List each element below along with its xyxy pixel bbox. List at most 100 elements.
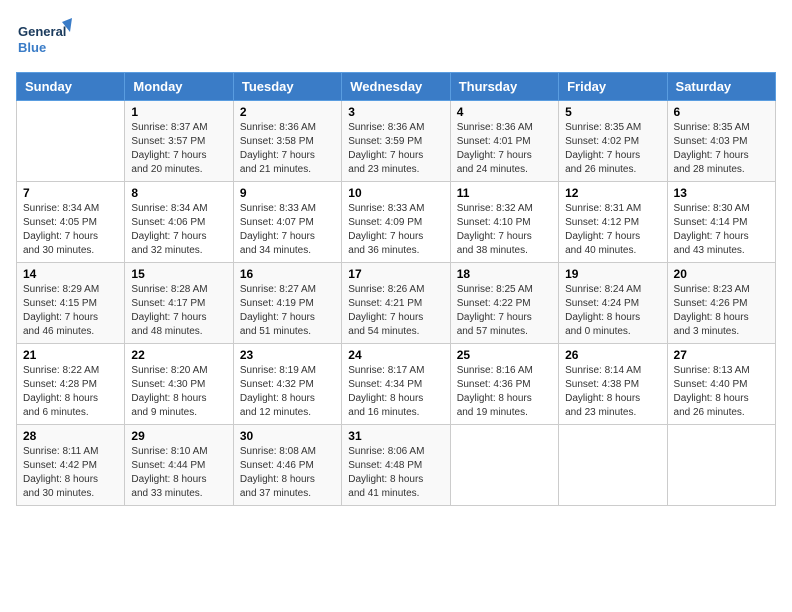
calendar-week-4: 21 Sunrise: 8:22 AM Sunset: 4:28 PM Dayli… (17, 344, 776, 425)
day-info: Sunrise: 8:27 AM Sunset: 4:19 PM Dayligh… (240, 283, 335, 339)
calendar-cell: 6 Sunrise: 8:35 AM Sunset: 4:03 PM Daylig… (667, 101, 775, 182)
calendar-cell: 22 Sunrise: 8:20 AM Sunset: 4:30 PM Dayli… (125, 344, 233, 425)
day-number: 30 (240, 429, 335, 443)
calendar-cell: 16 Sunrise: 8:27 AM Sunset: 4:19 PM Dayli… (233, 263, 341, 344)
calendar-cell: 25 Sunrise: 8:16 AM Sunset: 4:36 PM Dayli… (450, 344, 558, 425)
calendar-cell: 31Sunrise: 8:06 AM Sunset: 4:48 PM Dayli… (342, 425, 450, 506)
calendar-cell: 26 Sunrise: 8:14 AM Sunset: 4:38 PM Dayli… (559, 344, 667, 425)
day-number: 18 (457, 267, 552, 281)
day-number: 7 (23, 186, 118, 200)
calendar-cell: 15Sunrise: 8:28 AM Sunset: 4:17 PM Dayli… (125, 263, 233, 344)
calendar-cell (667, 425, 775, 506)
logo: General Blue (16, 16, 76, 60)
day-number: 3 (348, 105, 443, 119)
day-info: Sunrise: 8:11 AM Sunset: 4:42 PM Dayligh… (23, 445, 118, 501)
calendar-cell: 18 Sunrise: 8:25 AM Sunset: 4:22 PM Dayli… (450, 263, 558, 344)
day-info: Sunrise: 8:29 AM Sunset: 4:15 PM Dayligh… (23, 283, 118, 339)
day-number: 28 (23, 429, 118, 443)
day-number: 22 (131, 348, 226, 362)
calendar-cell: 23 Sunrise: 8:19 AM Sunset: 4:32 PM Dayli… (233, 344, 341, 425)
day-header-wednesday: Wednesday (342, 73, 450, 101)
day-number: 9 (240, 186, 335, 200)
day-number: 24 (348, 348, 443, 362)
day-info: Sunrise: 8:13 AM Sunset: 4:40 PM Dayligh… (674, 364, 769, 420)
day-number: 25 (457, 348, 552, 362)
day-number: 4 (457, 105, 552, 119)
day-info: Sunrise: 8:16 AM Sunset: 4:36 PM Dayligh… (457, 364, 552, 420)
day-number: 21 (23, 348, 118, 362)
day-number: 8 (131, 186, 226, 200)
day-info: Sunrise: 8:19 AM Sunset: 4:32 PM Dayligh… (240, 364, 335, 420)
day-number: 26 (565, 348, 660, 362)
svg-text:Blue: Blue (18, 40, 46, 55)
calendar-cell: 27Sunrise: 8:13 AM Sunset: 4:40 PM Dayli… (667, 344, 775, 425)
day-number: 2 (240, 105, 335, 119)
calendar-cell: 17 Sunrise: 8:26 AM Sunset: 4:21 PM Dayli… (342, 263, 450, 344)
day-header-saturday: Saturday (667, 73, 775, 101)
day-number: 17 (348, 267, 443, 281)
calendar-week-5: 28 Sunrise: 8:11 AM Sunset: 4:42 PM Dayli… (17, 425, 776, 506)
page-header: General Blue (16, 16, 776, 60)
svg-text:General: General (18, 24, 66, 39)
day-number: 15 (131, 267, 226, 281)
day-info: Sunrise: 8:24 AM Sunset: 4:24 PM Dayligh… (565, 283, 660, 339)
calendar-cell: 11 Sunrise: 8:32 AM Sunset: 4:10 PM Dayli… (450, 182, 558, 263)
day-number: 20 (674, 267, 769, 281)
day-info: Sunrise: 8:36 AM Sunset: 3:58 PM Dayligh… (240, 121, 335, 177)
day-header-friday: Friday (559, 73, 667, 101)
day-number: 10 (348, 186, 443, 200)
day-info: Sunrise: 8:10 AM Sunset: 4:44 PM Dayligh… (131, 445, 226, 501)
day-info: Sunrise: 8:34 AM Sunset: 4:06 PM Dayligh… (131, 202, 226, 258)
calendar-cell: 10 Sunrise: 8:33 AM Sunset: 4:09 PM Dayli… (342, 182, 450, 263)
calendar-cell: 29Sunrise: 8:10 AM Sunset: 4:44 PM Dayli… (125, 425, 233, 506)
calendar-header-row: SundayMondayTuesdayWednesdayThursdayFrid… (17, 73, 776, 101)
day-number: 23 (240, 348, 335, 362)
day-info: Sunrise: 8:25 AM Sunset: 4:22 PM Dayligh… (457, 283, 552, 339)
day-number: 12 (565, 186, 660, 200)
calendar-cell: 5 Sunrise: 8:35 AM Sunset: 4:02 PM Daylig… (559, 101, 667, 182)
day-number: 1 (131, 105, 226, 119)
day-info: Sunrise: 8:36 AM Sunset: 3:59 PM Dayligh… (348, 121, 443, 177)
day-info: Sunrise: 8:32 AM Sunset: 4:10 PM Dayligh… (457, 202, 552, 258)
calendar-cell: 20 Sunrise: 8:23 AM Sunset: 4:26 PM Dayli… (667, 263, 775, 344)
day-info: Sunrise: 8:22 AM Sunset: 4:28 PM Dayligh… (23, 364, 118, 420)
calendar-cell (559, 425, 667, 506)
day-number: 13 (674, 186, 769, 200)
day-info: Sunrise: 8:35 AM Sunset: 4:02 PM Dayligh… (565, 121, 660, 177)
logo-svg: General Blue (16, 16, 76, 60)
calendar-cell: 1Sunrise: 8:37 AM Sunset: 3:57 PM Daylig… (125, 101, 233, 182)
day-info: Sunrise: 8:20 AM Sunset: 4:30 PM Dayligh… (131, 364, 226, 420)
calendar-week-2: 7Sunrise: 8:34 AM Sunset: 4:05 PM Daylig… (17, 182, 776, 263)
day-header-monday: Monday (125, 73, 233, 101)
day-info: Sunrise: 8:23 AM Sunset: 4:26 PM Dayligh… (674, 283, 769, 339)
day-info: Sunrise: 8:14 AM Sunset: 4:38 PM Dayligh… (565, 364, 660, 420)
calendar-week-1: 1Sunrise: 8:37 AM Sunset: 3:57 PM Daylig… (17, 101, 776, 182)
calendar-cell: 14Sunrise: 8:29 AM Sunset: 4:15 PM Dayli… (17, 263, 125, 344)
day-info: Sunrise: 8:30 AM Sunset: 4:14 PM Dayligh… (674, 202, 769, 258)
day-number: 6 (674, 105, 769, 119)
calendar-body: 1Sunrise: 8:37 AM Sunset: 3:57 PM Daylig… (17, 101, 776, 506)
calendar-cell (17, 101, 125, 182)
calendar-cell: 4Sunrise: 8:36 AM Sunset: 4:01 PM Daylig… (450, 101, 558, 182)
calendar-cell: 12 Sunrise: 8:31 AM Sunset: 4:12 PM Dayli… (559, 182, 667, 263)
day-info: Sunrise: 8:35 AM Sunset: 4:03 PM Dayligh… (674, 121, 769, 177)
day-info: Sunrise: 8:26 AM Sunset: 4:21 PM Dayligh… (348, 283, 443, 339)
calendar-cell: 30Sunrise: 8:08 AM Sunset: 4:46 PM Dayli… (233, 425, 341, 506)
calendar-cell (450, 425, 558, 506)
calendar-cell: 28 Sunrise: 8:11 AM Sunset: 4:42 PM Dayli… (17, 425, 125, 506)
day-number: 5 (565, 105, 660, 119)
day-info: Sunrise: 8:33 AM Sunset: 4:07 PM Dayligh… (240, 202, 335, 258)
day-number: 16 (240, 267, 335, 281)
day-header-sunday: Sunday (17, 73, 125, 101)
calendar-cell: 7Sunrise: 8:34 AM Sunset: 4:05 PM Daylig… (17, 182, 125, 263)
calendar-table: SundayMondayTuesdayWednesdayThursdayFrid… (16, 72, 776, 506)
calendar-cell: 2 Sunrise: 8:36 AM Sunset: 3:58 PM Daylig… (233, 101, 341, 182)
day-number: 19 (565, 267, 660, 281)
calendar-cell: 21 Sunrise: 8:22 AM Sunset: 4:28 PM Dayli… (17, 344, 125, 425)
day-info: Sunrise: 8:33 AM Sunset: 4:09 PM Dayligh… (348, 202, 443, 258)
day-number: 11 (457, 186, 552, 200)
calendar-cell: 3 Sunrise: 8:36 AM Sunset: 3:59 PM Daylig… (342, 101, 450, 182)
calendar-cell: 19 Sunrise: 8:24 AM Sunset: 4:24 PM Dayli… (559, 263, 667, 344)
day-number: 31 (348, 429, 443, 443)
day-info: Sunrise: 8:31 AM Sunset: 4:12 PM Dayligh… (565, 202, 660, 258)
